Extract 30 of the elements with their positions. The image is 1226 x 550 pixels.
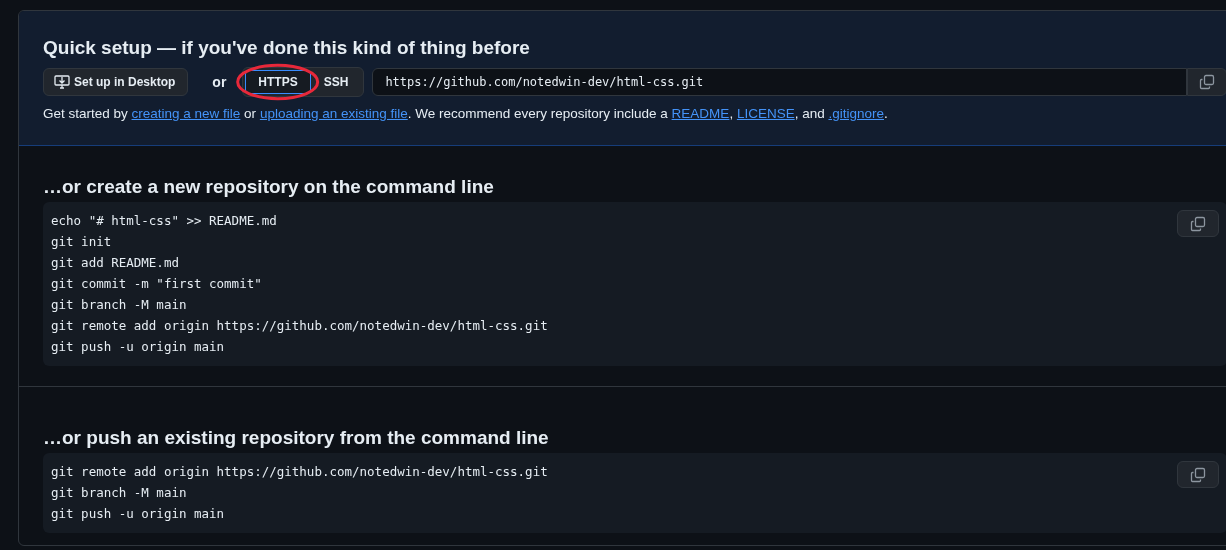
- protocol-tab[interactable]: SSH: [310, 70, 362, 94]
- or-label: or: [212, 74, 227, 90]
- copy-icon: [1190, 215, 1206, 232]
- code-line: git commit -m "first commit": [51, 275, 263, 293]
- code-line: git push -u origin main: [51, 505, 226, 523]
- help-link[interactable]: creating a new file: [131, 106, 241, 121]
- code-line: git branch -M main: [51, 296, 188, 314]
- copy-icon: [1199, 74, 1215, 90]
- protocol-tab[interactable]: HTTPS: [245, 70, 311, 94]
- copy-button[interactable]: [1187, 68, 1226, 96]
- copy-button[interactable]: [1177, 210, 1219, 237]
- code-line: git push -u origin main: [51, 338, 226, 356]
- code-line: git branch -M main: [51, 484, 188, 502]
- copy-button[interactable]: [1177, 461, 1219, 488]
- code-line: git remote add origin https://github.com/notedwin-dev/html-css.git: [51, 463, 548, 481]
- help-link[interactable]: uploading an existing file: [259, 106, 408, 121]
- setup-desktop-button[interactable]: Set up in Desktop: [43, 68, 189, 96]
- code-line: echo "# html-css" >> README.md: [51, 212, 278, 230]
- section-heading: …or push an existing repository from the command line: [43, 427, 550, 449]
- code-line: git add README.md: [51, 254, 180, 272]
- code-line: git remote add origin https://github.com/notedwin-dev/html-css.git: [51, 317, 548, 335]
- code-line: git init: [51, 233, 113, 251]
- copy-icon: [1190, 466, 1206, 483]
- getting-started-text: Get started by creating a new file or uploading an existing file. We recommend every repository include a README, LICENSE, and .gitignore.: [43, 106, 889, 121]
- clone-url-field[interactable]: https://github.com/notedwin-dev/html-css.git: [372, 68, 1187, 96]
- quick-setup-title: Quick setup — if you've done this kind of thing before: [43, 37, 531, 59]
- help-link[interactable]: LICENSE: [736, 106, 795, 121]
- desktop-download-icon: [54, 74, 70, 90]
- section-heading: …or create a new repository on the command line: [43, 176, 495, 198]
- help-link[interactable]: .gitignore: [828, 106, 884, 121]
